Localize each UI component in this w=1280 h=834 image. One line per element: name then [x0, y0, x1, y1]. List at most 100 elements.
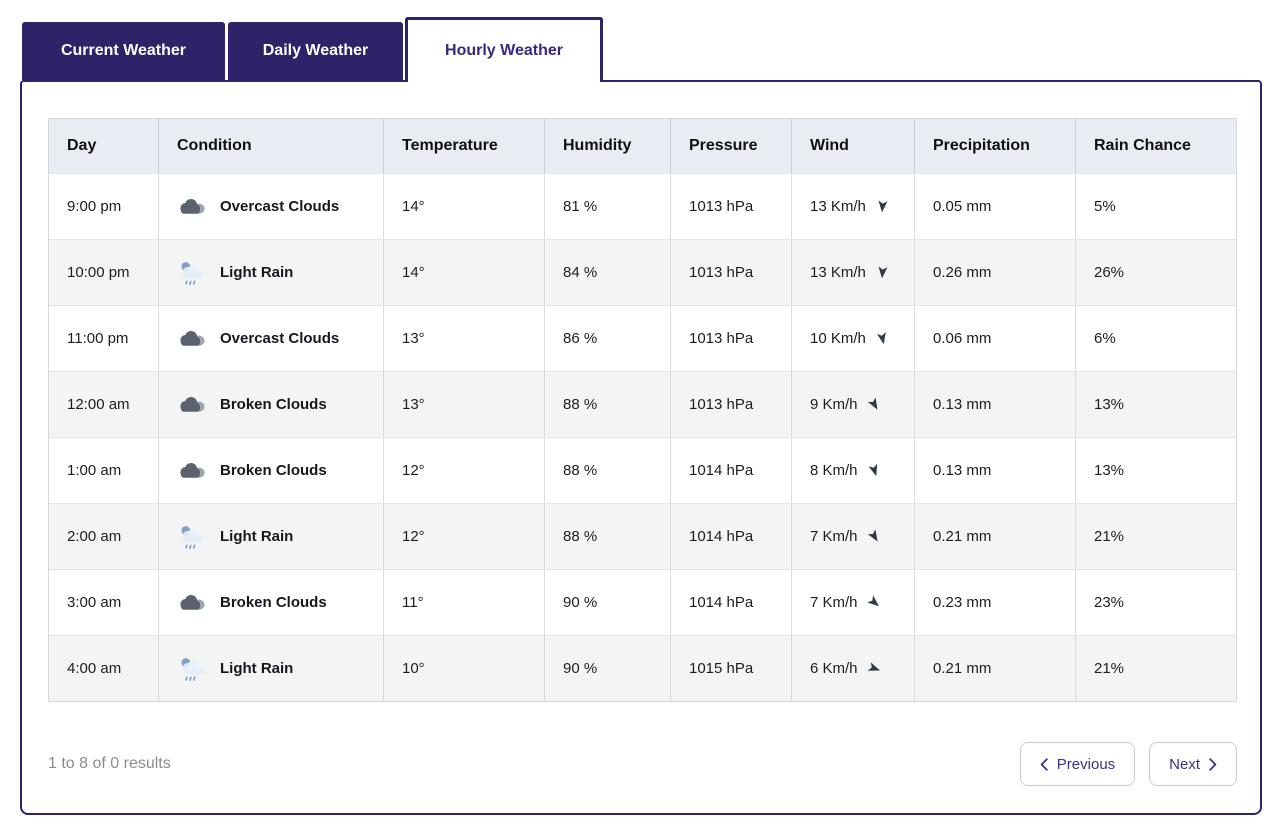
table-body: 9:00 pm Overcast Clouds 14° 81 % 1013 hP…	[49, 173, 1236, 701]
condition-cell: Overcast Clouds	[159, 306, 384, 371]
tab-bar: Current Weather Daily Weather Hourly Wea…	[22, 0, 603, 82]
humidity-cell: 84 %	[545, 240, 671, 305]
day-cell: 12:00 am	[49, 372, 159, 437]
overcast-cloud-icon	[177, 592, 205, 613]
column-header-wind: Wind	[792, 119, 915, 173]
condition-cell: Broken Clouds	[159, 438, 384, 503]
overcast-cloud-icon	[177, 196, 205, 217]
condition-cell: Overcast Clouds	[159, 174, 384, 239]
wind-cell: 13 Km/h	[792, 240, 915, 305]
pressure-cell: 1014 hPa	[671, 504, 792, 569]
results-count: 1 to 8 of 0 results	[48, 755, 171, 773]
wind-speed: 9 Km/h	[810, 396, 858, 413]
pressure-cell: 1014 hPa	[671, 438, 792, 503]
table-row: 9:00 pm Overcast Clouds 14° 81 % 1013 hP…	[49, 173, 1236, 239]
wind-speed: 6 Km/h	[810, 660, 858, 677]
precipitation-cell: 0.05 mm	[915, 174, 1076, 239]
table-header-row: DayConditionTemperatureHumidityPressureW…	[49, 119, 1236, 173]
rain-chance-cell: 6%	[1076, 306, 1236, 371]
tab-current-weather[interactable]: Current Weather	[22, 22, 225, 80]
wind-direction-icon	[865, 461, 884, 480]
temperature-cell: 12°	[384, 438, 545, 503]
table-row: 4:00 am Light Rain 10° 90 % 1015 hPa 6 K…	[49, 635, 1236, 701]
column-header-humidity: Humidity	[545, 119, 671, 173]
chevron-right-icon	[1209, 758, 1217, 771]
previous-label: Previous	[1057, 756, 1115, 773]
pagination-bar: 1 to 8 of 0 results Previous Next	[48, 742, 1237, 786]
wind-speed: 13 Km/h	[810, 198, 866, 215]
temperature-cell: 12°	[384, 504, 545, 569]
temperature-cell: 14°	[384, 174, 545, 239]
condition-label: Overcast Clouds	[220, 198, 339, 215]
condition-label: Light Rain	[220, 660, 293, 677]
wind-cell: 8 Km/h	[792, 438, 915, 503]
hourly-weather-panel: DayConditionTemperatureHumidityPressureW…	[20, 80, 1262, 815]
overcast-cloud-icon	[177, 394, 205, 415]
pressure-cell: 1013 hPa	[671, 240, 792, 305]
wind-cell: 7 Km/h	[792, 504, 915, 569]
table-row: 1:00 am Broken Clouds 12° 88 % 1014 hPa …	[49, 437, 1236, 503]
light-rain-icon	[177, 655, 205, 683]
day-cell: 3:00 am	[49, 570, 159, 635]
overcast-cloud-icon	[177, 328, 205, 349]
condition-cell: Light Rain	[159, 240, 384, 305]
column-header-day: Day	[49, 119, 159, 173]
tab-hourly-weather[interactable]: Hourly Weather	[405, 17, 603, 82]
rain-chance-cell: 5%	[1076, 174, 1236, 239]
humidity-cell: 86 %	[545, 306, 671, 371]
wind-cell: 13 Km/h	[792, 174, 915, 239]
condition-label: Broken Clouds	[220, 396, 327, 413]
condition-label: Light Rain	[220, 528, 293, 545]
chevron-left-icon	[1040, 758, 1048, 771]
pressure-cell: 1013 hPa	[671, 306, 792, 371]
table-row: 2:00 am Light Rain 12° 88 % 1014 hPa 7 K…	[49, 503, 1236, 569]
light-rain-icon	[177, 259, 205, 287]
rain-chance-cell: 21%	[1076, 636, 1236, 701]
humidity-cell: 88 %	[545, 438, 671, 503]
wind-cell: 10 Km/h	[792, 306, 915, 371]
condition-cell: Light Rain	[159, 504, 384, 569]
column-header-temperature: Temperature	[384, 119, 545, 173]
table-row: 12:00 am Broken Clouds 13° 88 % 1013 hPa…	[49, 371, 1236, 437]
rain-chance-cell: 26%	[1076, 240, 1236, 305]
day-cell: 11:00 pm	[49, 306, 159, 371]
temperature-cell: 11°	[384, 570, 545, 635]
tab-daily-weather[interactable]: Daily Weather	[228, 22, 403, 80]
column-header-precipitation: Precipitation	[915, 119, 1076, 173]
next-button[interactable]: Next	[1149, 742, 1237, 786]
precipitation-cell: 0.26 mm	[915, 240, 1076, 305]
table-row: 10:00 pm Light Rain 14° 84 % 1013 hPa 13…	[49, 239, 1236, 305]
humidity-cell: 88 %	[545, 372, 671, 437]
rain-chance-cell: 23%	[1076, 570, 1236, 635]
day-cell: 10:00 pm	[49, 240, 159, 305]
hourly-weather-table: DayConditionTemperatureHumidityPressureW…	[48, 118, 1237, 702]
wind-direction-icon	[874, 198, 890, 214]
column-header-condition: Condition	[159, 119, 384, 173]
temperature-cell: 14°	[384, 240, 545, 305]
wind-direction-icon	[864, 526, 885, 547]
condition-cell: Light Rain	[159, 636, 384, 701]
column-header-pressure: Pressure	[671, 119, 792, 173]
wind-cell: 7 Km/h	[792, 570, 915, 635]
wind-speed: 10 Km/h	[810, 330, 866, 347]
humidity-cell: 90 %	[545, 636, 671, 701]
humidity-cell: 90 %	[545, 570, 671, 635]
day-cell: 2:00 am	[49, 504, 159, 569]
condition-cell: Broken Clouds	[159, 372, 384, 437]
wind-direction-icon	[873, 330, 891, 348]
precipitation-cell: 0.13 mm	[915, 438, 1076, 503]
next-label: Next	[1169, 756, 1200, 773]
light-rain-icon	[177, 523, 205, 551]
previous-button[interactable]: Previous	[1020, 742, 1135, 786]
wind-direction-icon	[864, 659, 883, 678]
precipitation-cell: 0.13 mm	[915, 372, 1076, 437]
temperature-cell: 10°	[384, 636, 545, 701]
rain-chance-cell: 13%	[1076, 372, 1236, 437]
humidity-cell: 88 %	[545, 504, 671, 569]
day-cell: 9:00 pm	[49, 174, 159, 239]
pressure-cell: 1013 hPa	[671, 372, 792, 437]
condition-label: Light Rain	[220, 264, 293, 281]
rain-chance-cell: 13%	[1076, 438, 1236, 503]
overcast-cloud-icon	[177, 460, 205, 481]
humidity-cell: 81 %	[545, 174, 671, 239]
